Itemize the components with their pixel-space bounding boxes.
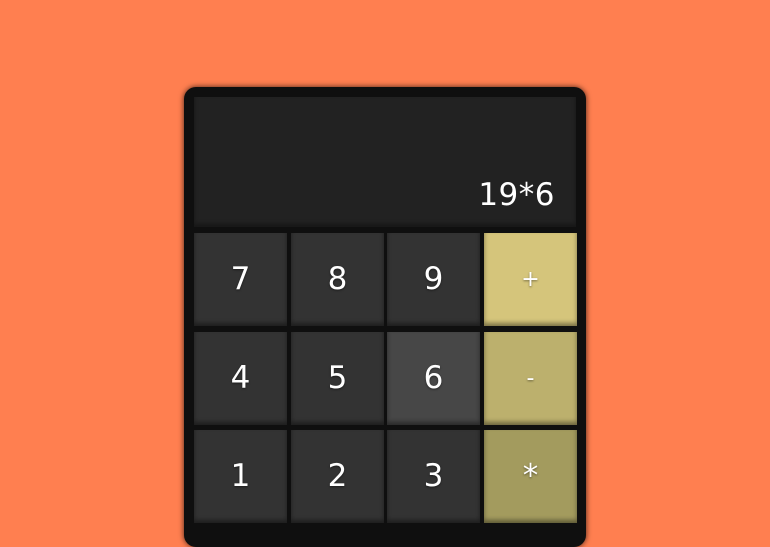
key-5[interactable]: 5 [291, 332, 384, 425]
key-minus[interactable]: - [484, 332, 577, 425]
key-4[interactable]: 4 [194, 332, 287, 425]
display-expression: 19*6 [478, 177, 555, 213]
key-7[interactable]: 7 [194, 233, 287, 326]
keypad: 7 8 9 + 4 5 6 - 1 2 3 * [194, 233, 577, 527]
key-6[interactable]: 6 [387, 332, 480, 425]
key-2[interactable]: 2 [291, 430, 384, 523]
key-1[interactable]: 1 [194, 430, 287, 523]
key-3[interactable]: 3 [387, 430, 480, 523]
key-8[interactable]: 8 [291, 233, 384, 326]
key-9[interactable]: 9 [387, 233, 480, 326]
calculator-display: 19*6 [194, 97, 576, 227]
calculator: 19*6 7 8 9 + 4 5 6 - 1 2 3 * [184, 87, 586, 547]
key-plus[interactable]: + [484, 233, 577, 326]
key-multiply[interactable]: * [484, 430, 577, 523]
